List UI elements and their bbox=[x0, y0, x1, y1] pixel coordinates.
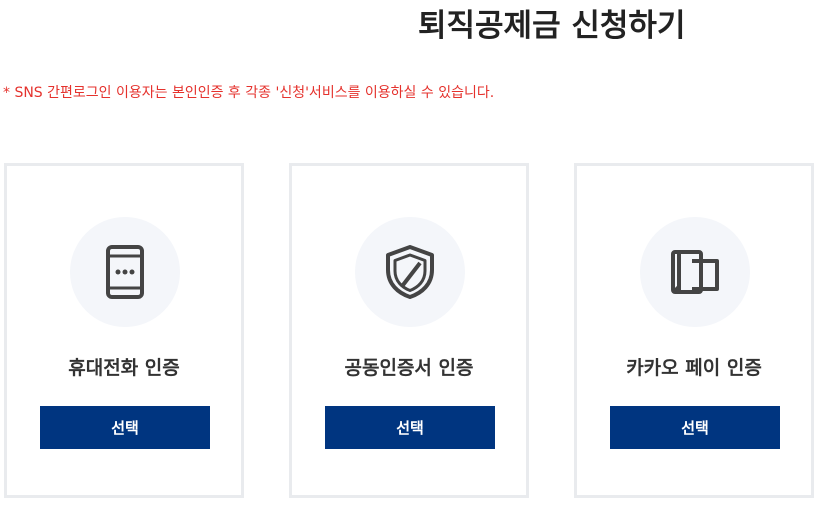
select-certificate-button[interactable]: 선택 bbox=[325, 406, 495, 449]
sns-login-notice: * SNS 간편로그인 이용자는 본인인증 후 각종 '신청'서비스를 이용하실… bbox=[3, 85, 495, 101]
shield-icon bbox=[386, 245, 434, 299]
auth-card-kakaopay: 카카오 페이 인증 선택 bbox=[574, 163, 814, 498]
select-kakaopay-button[interactable]: 선택 bbox=[610, 406, 780, 449]
auth-card-mobile: 휴대전화 인증 선택 bbox=[4, 163, 244, 498]
auth-card-certificate: 공동인증서 인증 선택 bbox=[289, 163, 529, 498]
kakao-pay-icon bbox=[671, 250, 719, 294]
select-mobile-button[interactable]: 선택 bbox=[40, 406, 210, 449]
icon-circle bbox=[640, 217, 750, 327]
auth-label-certificate: 공동인증서 인증 bbox=[344, 357, 474, 379]
icon-circle bbox=[70, 217, 180, 327]
icon-circle bbox=[355, 217, 465, 327]
auth-page: 퇴직공제금 신청하기 * SNS 간편로그인 이용자는 본인인증 후 각종 '신… bbox=[0, 0, 827, 509]
auth-label-kakaopay: 카카오 페이 인증 bbox=[626, 357, 762, 379]
auth-label-mobile: 휴대전화 인증 bbox=[68, 357, 180, 379]
page-title: 퇴직공제금 신청하기 bbox=[418, 8, 686, 44]
mobile-phone-icon bbox=[106, 245, 144, 299]
